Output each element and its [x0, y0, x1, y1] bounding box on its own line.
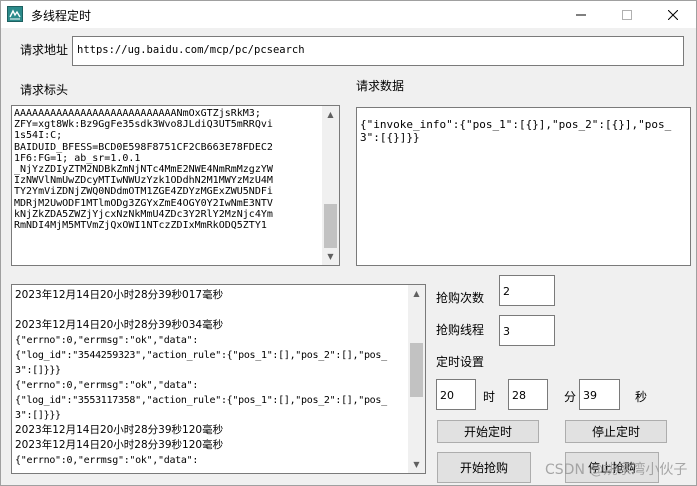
- data-textarea[interactable]: {"invoke_info":{"pos_1":[{}],"pos_2":[{}…: [356, 107, 691, 266]
- text-line: kNjZkZDA5ZWZjYjcxNzNkMmU4ZDc3Y2RlY2MzNjc…: [14, 208, 273, 220]
- start-buy-button[interactable]: 开始抢购: [437, 452, 531, 483]
- scroll-down-icon[interactable]: ▼: [322, 248, 339, 265]
- scroll-thumb[interactable]: [324, 204, 337, 248]
- scroll-down-icon[interactable]: ▼: [408, 456, 425, 473]
- log-textarea[interactable]: 2023年12月14日20小时28分39秒017毫秒 2023年12月14日20小…: [11, 284, 426, 474]
- headers-content: AAAAAAAAAAAAAAAAAAAAAAAAAAANmOxGTZjsRkM3…: [14, 108, 320, 231]
- text-line: AAAAAAAAAAAAAAAAAAAAAAAAAAANmOxGTZjsRkM3…: [14, 108, 261, 119]
- log-line: 3":[]}}}: [15, 410, 61, 421]
- maximize-button[interactable]: [604, 1, 650, 28]
- log-line: 2023年12月14日20小时28分39秒120毫秒: [15, 424, 224, 436]
- scroll-up-icon[interactable]: ▲: [322, 106, 339, 123]
- log-scrollbar[interactable]: ▲ ▼: [408, 285, 425, 473]
- text-line: RmNDI4MjM5MTVmZjQxOWI1NTczZDIxMmRkODQ5ZT…: [14, 220, 267, 232]
- threads-label: 抢购线程: [436, 323, 485, 337]
- log-line: {"log_id":"3544259323","action_rule":{"p…: [15, 350, 387, 361]
- text-line: {"invoke_info":{"pos_1":[{}],"pos_2":[{}…: [360, 118, 672, 131]
- log-line: 2023年12月14日20小时28分39秒120毫秒: [15, 439, 224, 451]
- log-line: {"errno":0,"errmsg":"ok","data":: [15, 335, 199, 346]
- hour-input[interactable]: 20: [436, 379, 476, 410]
- log-line: {"errno":0,"errmsg":"ok","data":: [15, 455, 199, 466]
- close-icon: [668, 9, 678, 20]
- data-label: 请求数据: [356, 79, 405, 93]
- second-input[interactable]: 39: [579, 379, 620, 410]
- threads-input[interactable]: 3: [499, 315, 555, 346]
- text-line: MDRjM2UwODF1MTlmODg3ZGYxZmE4OGY0Y2IwNmE3…: [14, 197, 273, 209]
- app-window: 多线程定时 请求地址 https://ug.baidu.com/mcp/pc/p…: [0, 0, 697, 486]
- start-timer-button[interactable]: 开始定时: [437, 420, 539, 443]
- maximize-icon: [622, 9, 632, 20]
- scroll-thumb[interactable]: [410, 343, 423, 397]
- text-line: TY2YmViZDNjZWQ0NDdmOTM1ZGE4ZDYzMGExZWU5N…: [14, 186, 273, 198]
- text-line: IzNWVlNmUwZDcyMTIwNWUzYzk1ODdhN2M1MWYzMz…: [14, 175, 273, 187]
- minimize-button[interactable]: [558, 1, 604, 28]
- url-input[interactable]: https://ug.baidu.com/mcp/pc/pcsearch: [72, 36, 684, 66]
- headers-textarea[interactable]: AAAAAAAAAAAAAAAAAAAAAAAAAAANmOxGTZjsRkM3…: [11, 105, 340, 266]
- buy-count-label: 抢购次数: [436, 291, 485, 305]
- minute-input[interactable]: 28: [508, 379, 548, 410]
- minimize-icon: [576, 14, 586, 15]
- log-content: 2023年12月14日20小时28分39秒017毫秒 2023年12月14日20小…: [15, 288, 410, 468]
- log-line: 2023年12月14日20小时28分39秒017毫秒: [15, 289, 224, 301]
- text-line: BAIDUID_BFESS=BCD0E598F8751CF2CB663E78FD…: [14, 141, 273, 153]
- text-line: ZFY=xgt8Wk:Bz9GgFe35sdk3Wvo8JLdiQ3UT5mRR…: [14, 119, 273, 131]
- scroll-up-icon[interactable]: ▲: [408, 285, 425, 302]
- text-line: 3":[{}]}}: [360, 131, 420, 144]
- second-label: 秒: [635, 390, 648, 404]
- text-line: 1F6:FG=1; ab_sr=1.0.1: [14, 152, 141, 164]
- text-line: _NjYzZDIyZTM2NDBkZmNjNTc4MmE2NWE4NmRmMzg…: [14, 164, 273, 176]
- hour-label: 时: [483, 390, 496, 404]
- buy-count-input[interactable]: 2: [499, 275, 555, 306]
- window-title: 多线程定时: [31, 9, 92, 23]
- log-line: 2023年12月14日20小时28分39秒034毫秒: [15, 319, 224, 331]
- url-label: 请求地址: [20, 43, 69, 57]
- watermark: CSDN @姚家湾小伙子: [545, 462, 688, 478]
- log-line: 3":[]}}}: [15, 365, 61, 376]
- log-line: {"log_id":"3553117358","action_rule":{"p…: [15, 395, 387, 406]
- close-button[interactable]: [650, 1, 696, 28]
- app-icon: [7, 6, 23, 22]
- headers-scrollbar[interactable]: ▲ ▼: [322, 106, 339, 265]
- title-bar[interactable]: 多线程定时: [1, 1, 696, 28]
- data-content: {"invoke_info":{"pos_1":[{}],"pos_2":[{}…: [360, 118, 688, 144]
- stop-timer-button[interactable]: 停止定时: [565, 420, 667, 443]
- headers-label: 请求标头: [20, 83, 69, 97]
- text-line: 1s54I:C;: [14, 130, 63, 142]
- log-line: {"errno":0,"errmsg":"ok","data":: [15, 380, 199, 391]
- timer-settings-label: 定时设置: [436, 355, 485, 369]
- minute-label: 分: [564, 390, 577, 404]
